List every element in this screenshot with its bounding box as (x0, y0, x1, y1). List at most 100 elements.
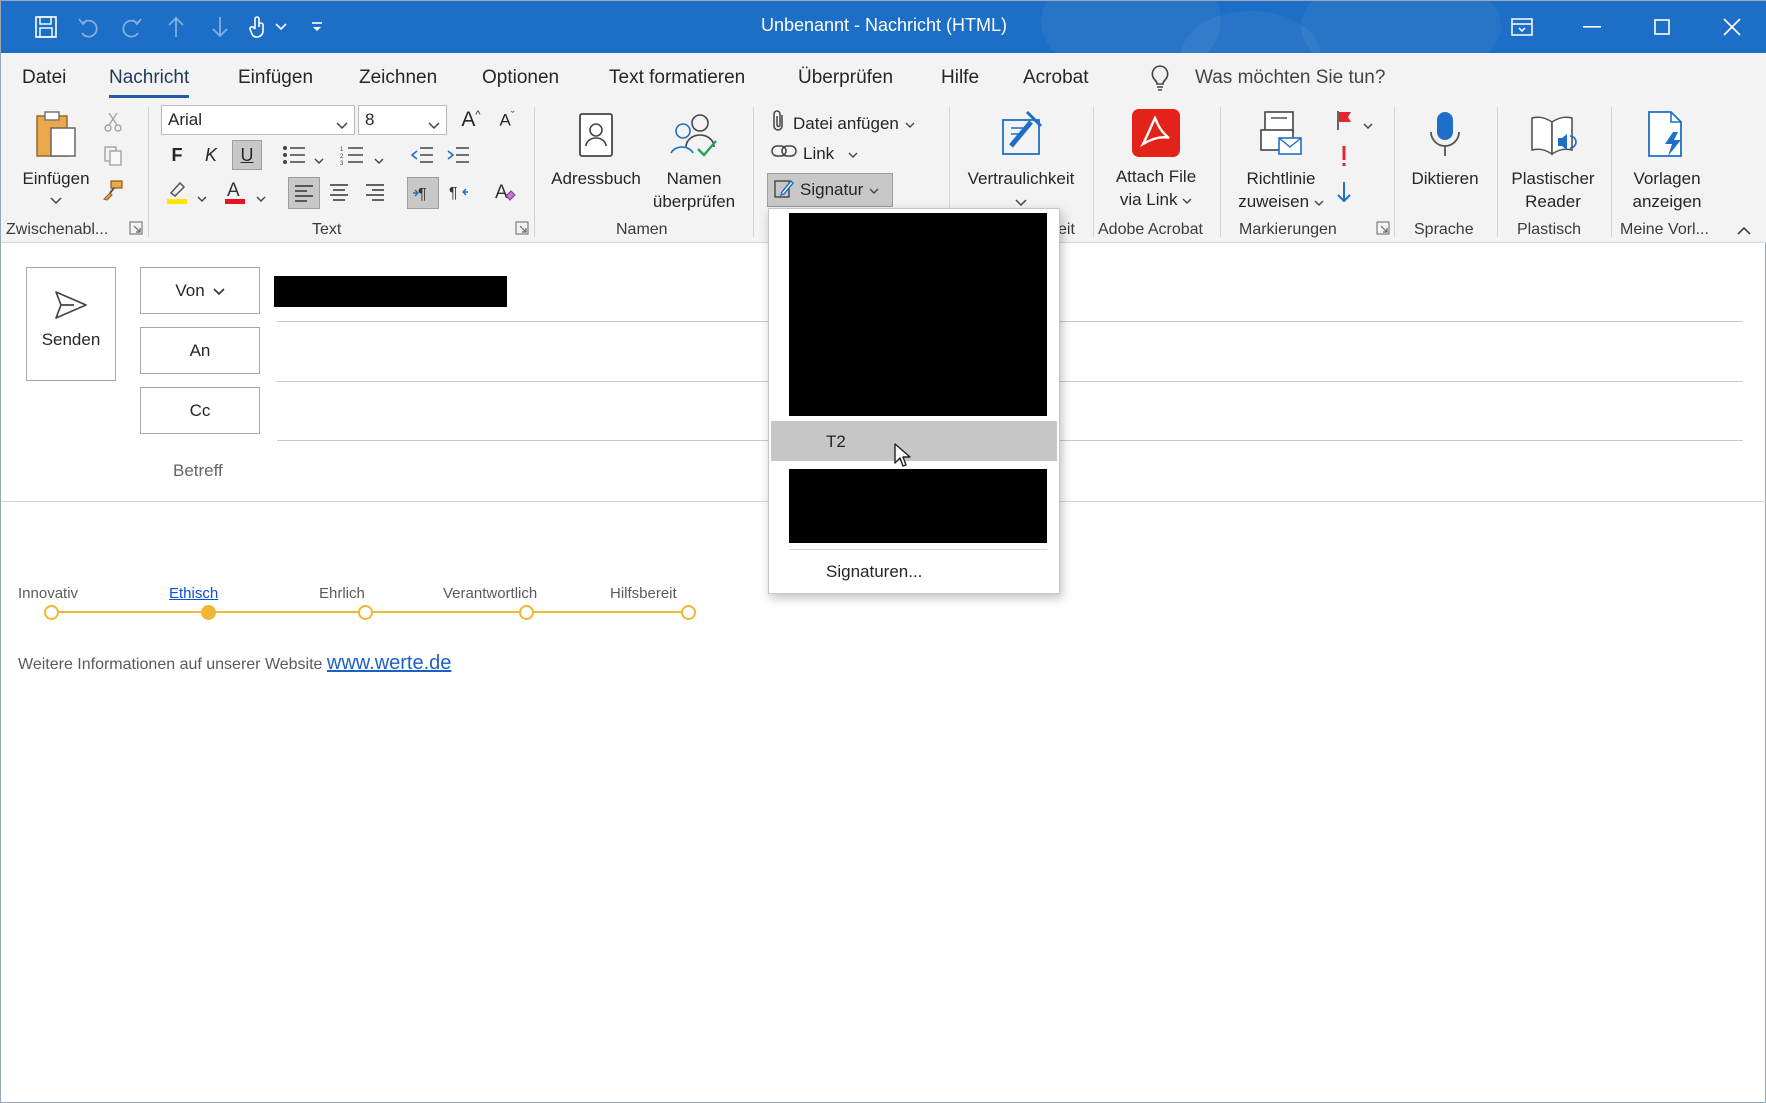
increase-indent-icon[interactable] (443, 140, 473, 170)
chevron-down-icon (905, 114, 915, 134)
group-label-templates: Meine Vorl... (1620, 221, 1709, 238)
minimize-icon[interactable] (1557, 1, 1627, 53)
chevron-down-icon (1314, 192, 1324, 211)
send-icon (27, 290, 115, 320)
clear-formatting-icon[interactable]: A (490, 177, 520, 207)
shrink-font-icon[interactable]: Aˇ (492, 105, 522, 135)
value-label: Hilfsbereit (610, 585, 677, 602)
signature-button[interactable]: Signatur (767, 173, 893, 207)
assign-policy-button[interactable]: Richtlinie zuweisen (1231, 109, 1331, 213)
align-center-icon[interactable] (324, 177, 354, 207)
microphone-icon (1401, 109, 1489, 161)
dialog-launcher-icon[interactable] (515, 221, 529, 240)
ltr-icon[interactable]: ¶ (407, 177, 439, 209)
chevron-down-icon[interactable] (197, 190, 207, 208)
manage-signatures-item[interactable]: Signaturen... (826, 562, 922, 582)
ribbon-tabs: Datei Nachricht Einfügen Zeichnen Option… (1, 53, 1766, 101)
svg-text:¶: ¶ (418, 186, 427, 202)
follow-up-flag-icon[interactable] (1329, 105, 1359, 135)
sensitivity-icon (957, 109, 1085, 161)
italic-button[interactable]: K (196, 140, 226, 170)
chevron-down-icon[interactable] (1363, 117, 1373, 135)
highlight-icon[interactable] (162, 177, 192, 207)
adobe-acrobat-icon (1103, 107, 1209, 159)
tab-datei[interactable]: Datei (22, 67, 66, 89)
chevron-down-icon (213, 281, 225, 301)
group-label-adobe-acrobat: Adobe Acrobat (1098, 221, 1203, 238)
value-label-link[interactable]: Ethisch (169, 585, 218, 602)
ribbon-display-options-icon[interactable] (1487, 1, 1557, 53)
svg-text:3: 3 (340, 161, 344, 165)
collapse-ribbon-icon[interactable] (1736, 223, 1752, 241)
decrease-indent-icon[interactable] (407, 140, 437, 170)
group-label-sensitivity: eit (1058, 221, 1075, 238)
group-label-voice: Sprache (1414, 221, 1474, 238)
bullets-icon[interactable] (279, 140, 309, 170)
tell-me-search[interactable]: Was möchten Sie tun? (1195, 67, 1385, 89)
chevron-down-icon (848, 144, 858, 164)
tab-optionen[interactable]: Optionen (482, 67, 559, 89)
immersive-reader-icon (1504, 109, 1602, 161)
underline-button[interactable]: U (232, 140, 262, 170)
tab-ueberpruefen[interactable]: Überprüfen (798, 67, 893, 89)
immersive-reader-button[interactable]: Plastischer Reader (1504, 109, 1602, 213)
signature-item-redacted[interactable] (789, 213, 1047, 416)
dictate-button[interactable]: Diktieren (1401, 109, 1489, 190)
align-right-icon[interactable] (360, 177, 390, 207)
website-link[interactable]: www.werte.de (327, 652, 452, 674)
tab-zeichnen[interactable]: Zeichnen (359, 67, 437, 89)
timeline-dot (681, 605, 696, 620)
format-painter-icon[interactable] (98, 175, 128, 205)
tab-text-formatieren[interactable]: Text formatieren (609, 67, 745, 89)
chevron-down-icon[interactable] (256, 190, 266, 208)
font-color-icon[interactable]: A (220, 177, 250, 207)
group-label-tags: Markierungen (1239, 221, 1337, 238)
group-label-text: Text (312, 221, 342, 238)
dialog-launcher-icon[interactable] (1376, 221, 1390, 240)
signature-dropdown-menu: T2 Signaturen... (768, 208, 1060, 594)
signature-pen-icon (774, 178, 794, 203)
attach-file-button[interactable]: Datei anfügen (771, 109, 915, 138)
from-button[interactable]: Von (140, 267, 260, 314)
send-button[interactable]: Senden (26, 267, 116, 381)
title-bar: Unbenannt - Nachricht (HTML) (1, 1, 1766, 53)
tab-nachricht[interactable]: Nachricht (109, 67, 190, 98)
numbering-icon[interactable]: 123 (337, 140, 367, 170)
address-book-icon (547, 109, 645, 161)
copy-icon[interactable] (98, 141, 128, 171)
chevron-down-icon (1182, 190, 1192, 209)
signature-item-redacted[interactable] (789, 469, 1047, 543)
dialog-launcher-icon[interactable] (129, 221, 143, 240)
cut-icon[interactable] (98, 107, 128, 137)
attach-file-via-link-button[interactable]: Attach File via Link (1103, 107, 1209, 211)
font-name-select[interactable]: Arial (161, 105, 355, 135)
timeline-dot (358, 605, 373, 620)
chevron-down-icon[interactable] (314, 152, 324, 170)
timeline-dot (519, 605, 534, 620)
grow-font-icon[interactable]: A^ (456, 105, 486, 135)
check-names-button[interactable]: Namen überprüfen (647, 109, 741, 213)
high-importance-icon[interactable] (1329, 141, 1359, 171)
to-button[interactable]: An (140, 327, 260, 374)
chevron-down-icon[interactable] (374, 152, 384, 170)
tab-einfuegen[interactable]: Einfügen (238, 67, 313, 89)
paste-button[interactable]: Einfügen (13, 109, 99, 211)
view-templates-button[interactable]: Vorlagen anzeigen (1619, 109, 1715, 213)
low-importance-icon[interactable] (1329, 177, 1359, 207)
link-button[interactable]: Link (771, 143, 858, 164)
group-label-immersive: Plastisch (1517, 221, 1582, 238)
align-left-icon[interactable] (288, 177, 320, 209)
chevron-down-icon (869, 180, 879, 200)
rtl-icon[interactable]: ¶ (443, 177, 473, 207)
cc-button[interactable]: Cc (140, 387, 260, 434)
group-label-clipboard: Zwischenabl... (6, 221, 109, 238)
tab-acrobat[interactable]: Acrobat (1023, 67, 1088, 89)
signature-item-t2[interactable]: T2 (771, 421, 1057, 461)
address-book-button[interactable]: Adressbuch (547, 109, 645, 190)
bold-button[interactable]: F (162, 140, 192, 170)
font-size-select[interactable]: 8 (358, 105, 447, 135)
tab-hilfe[interactable]: Hilfe (941, 67, 979, 89)
close-icon[interactable] (1697, 1, 1766, 53)
maximize-icon[interactable] (1627, 1, 1697, 53)
sensitivity-button[interactable]: Vertraulichkeit (957, 109, 1085, 213)
